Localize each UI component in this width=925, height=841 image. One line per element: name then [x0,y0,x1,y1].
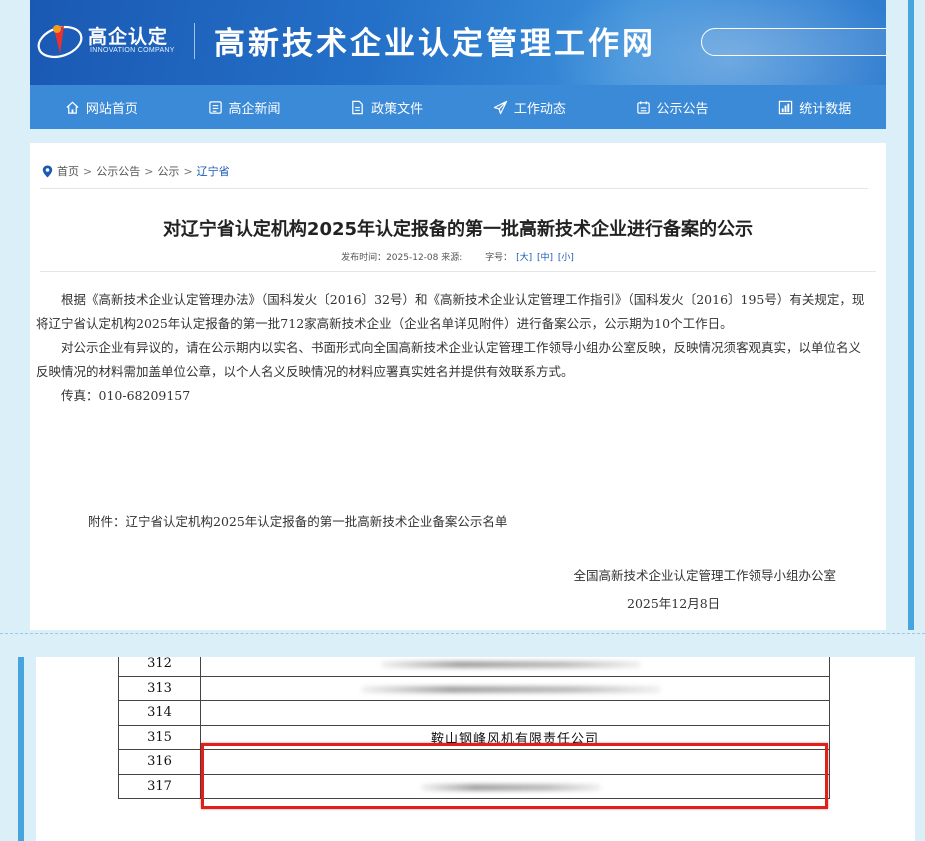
search-box[interactable] [701,28,886,56]
article-body: 根据《高新技术企业认定管理办法》（国科发火〔2016〕32号）和《高新技术企业认… [36,288,866,408]
breadcrumb-divider [40,188,868,189]
site-header: 高企认定 INNOVATION COMPANY 高新技术企业认定管理工作网 [30,0,886,85]
publish-info: 发布时间：2025-12-08 来源: [341,253,463,263]
article-content: 首页 > 公示公告 > 公示 > 辽宁省 对辽宁省认定机构2025年认定报备的第… [30,143,886,630]
company-name-redacted [200,675,830,701]
announcement-panel: 高企认定 INNOVATION COMPANY 高新技术企业认定管理工作网 网站… [0,0,925,630]
row-number: 315 [118,724,201,750]
company-table: 312 313 314 315 鞍山钢峰风机有限责任公司 316 317 [118,657,830,799]
side-accent-bar [18,657,24,841]
breadcrumb-current[interactable]: 辽宁省 [197,163,230,179]
font-size-small-link[interactable]: [小] [558,253,574,263]
nav-item-label: 高企新闻 [228,101,281,117]
signature-organization: 全国高新技术企业认定管理工作领导小组办公室 [573,568,836,583]
nav-item-label: 网站首页 [85,101,138,117]
company-list-panel: 312 313 314 315 鞍山钢峰风机有限责任公司 316 317 [0,643,925,841]
nav-item-home[interactable]: 网站首页 [30,85,173,129]
row-number: 312 [118,657,201,677]
company-list-scan: 312 313 314 315 鞍山钢峰风机有限责任公司 316 317 [36,657,915,841]
nav-item-statistics[interactable]: 统计数据 [743,85,886,129]
signature-date: 2025年12月8日 [627,596,721,611]
breadcrumb-separator: > [83,164,93,178]
attachment-link[interactable]: 附件：辽宁省认定机构2025年认定报备的第一批高新技术企业备案公示名单 [88,511,507,530]
company-name-redacted [200,749,830,775]
news-icon [208,100,222,114]
font-size-medium-link[interactable]: [中] [537,253,553,263]
nav-item-work-updates[interactable]: 工作动态 [458,85,601,129]
nav-item-news[interactable]: 高企新闻 [173,85,316,129]
logo-divider [194,23,195,59]
logo-icon [37,25,83,59]
article-paragraph: 对公示企业有异议的，请在公示期内以实名、书面形式向全国高新技术企业认定管理工作领… [36,340,862,379]
breadcrumb-separator: > [183,164,193,178]
table-row: 312 [118,657,830,677]
table-row: 313 [118,675,830,701]
document-icon [352,100,363,114]
breadcrumb-home[interactable]: 首页 [57,163,79,179]
row-number: 316 [118,749,201,775]
paper-plane-icon [493,100,508,114]
logo-subtext: INNOVATION COMPANY [90,47,175,54]
nav-item-policy[interactable]: 政策文件 [315,85,458,129]
redacted-text [361,685,661,693]
nav-item-label: 公示公告 [656,101,709,117]
home-icon [66,101,79,114]
row-number: 317 [118,773,201,799]
title-divider [40,271,876,272]
table-row-highlighted: 315 鞍山钢峰风机有限责任公司 [118,724,830,750]
table-row: 314 [118,700,830,726]
font-size-large-link[interactable]: [大] [516,253,532,263]
location-pin-icon [42,165,53,177]
company-name: 鞍山钢峰风机有限责任公司 [200,724,830,750]
company-name-redacted [200,773,830,799]
article-meta: 发布时间：2025-12-08 来源: 字号： [大] [中] [小] [30,250,886,263]
table-row: 317 [118,773,830,799]
table-row: 316 [118,749,830,775]
row-number: 313 [118,675,201,701]
fax-line: 传真：010-68209157 [61,388,191,403]
breadcrumb-separator: > [144,164,154,178]
statistics-icon [778,100,793,114]
nav-item-label: 统计数据 [799,101,852,117]
company-name-redacted [200,700,830,726]
nav-item-label: 政策文件 [371,101,424,117]
row-number: 314 [118,700,201,726]
redacted-text [381,661,641,668]
nav-item-label: 工作动态 [513,101,566,117]
side-accent-bar [908,0,914,630]
nav-item-announcements[interactable]: 公示公告 [601,85,744,129]
company-name-redacted [200,657,830,677]
breadcrumb: 首页 > 公示公告 > 公示 > 辽宁省 [42,163,230,179]
article-paragraph: 根据《高新技术企业认定管理办法》（国科发火〔2016〕32号）和《高新技术企业认… [36,292,865,331]
redacted-text [421,783,601,791]
article-title: 对辽宁省认定机构2025年认定报备的第一批高新技术企业进行备案的公示 [162,219,754,240]
section-divider [0,633,925,634]
logo-text: 高企认定 [88,26,169,48]
notice-icon [636,100,650,114]
main-nav: 网站首页 高企新闻 政策文件 工作动态 公示公告 统计数据 [30,85,886,129]
font-size-label: 字号： [485,253,513,263]
site-title: 高新技术企业认定管理工作网 [214,26,656,62]
breadcrumb-announcements[interactable]: 公示公告 [96,163,140,179]
search-input[interactable] [714,32,884,52]
breadcrumb-notice[interactable]: 公示 [157,163,179,179]
